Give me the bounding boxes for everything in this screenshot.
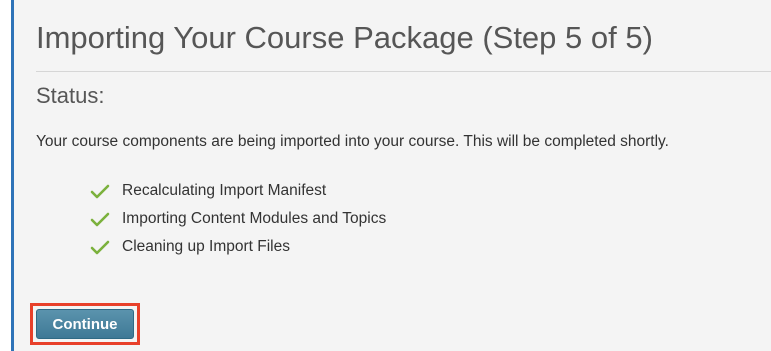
title-divider — [36, 71, 771, 72]
import-steps-list: Recalculating Import Manifest Importing … — [90, 177, 386, 261]
continue-highlight: Continue — [30, 303, 140, 345]
import-step: Cleaning up Import Files — [90, 233, 386, 261]
page-title: Importing Your Course Package (Step 5 of… — [36, 20, 653, 55]
import-step: Recalculating Import Manifest — [90, 177, 386, 205]
continue-button[interactable]: Continue — [36, 309, 134, 339]
check-icon — [90, 183, 110, 199]
step-label: Recalculating Import Manifest — [122, 182, 327, 199]
step-label: Cleaning up Import Files — [122, 238, 290, 255]
status-heading: Status: — [36, 83, 105, 108]
check-icon — [90, 211, 110, 227]
import-panel: Importing Your Course Package (Step 5 of… — [11, 0, 771, 351]
import-step: Importing Content Modules and Topics — [90, 205, 386, 233]
step-label: Importing Content Modules and Topics — [122, 210, 387, 227]
status-message: Your course components are being importe… — [36, 133, 669, 150]
check-icon — [90, 239, 110, 255]
